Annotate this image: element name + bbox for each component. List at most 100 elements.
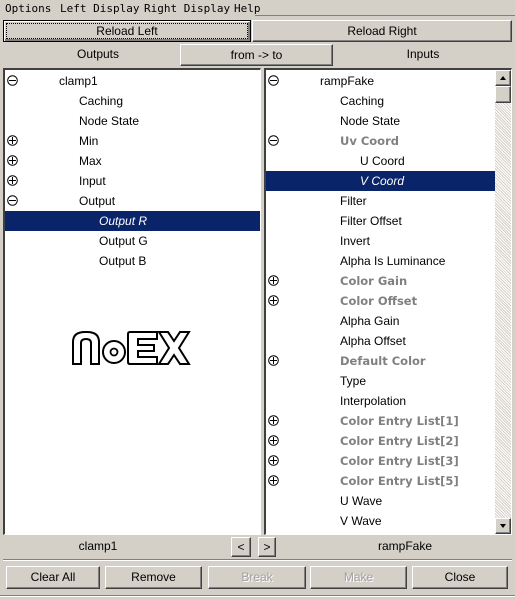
tree-row[interactable]: Caching (5, 91, 260, 111)
tree-row[interactable]: Min (5, 131, 260, 151)
tree-row-label: Default Color (340, 354, 426, 368)
expand-plus-icon[interactable] (268, 275, 279, 286)
expand-plus-icon[interactable] (268, 295, 279, 306)
arrow-down-icon (500, 524, 506, 528)
tree-row[interactable]: Caching (266, 91, 495, 111)
tree-row[interactable]: Output B (5, 251, 260, 271)
inputs-label: Inputs (406, 47, 440, 61)
tree-row[interactable]: Invert (266, 231, 495, 251)
inputs-tree[interactable]: rampFake Caching Node State Uv Coord U Coord… (264, 68, 512, 535)
collapse-minus-icon[interactable] (7, 75, 18, 86)
reload-left-button[interactable]: Reload Left (3, 20, 251, 42)
close-button[interactable]: Close (412, 566, 508, 589)
tree-row-label: Invert (340, 234, 371, 248)
tree-row[interactable]: clamp1 (5, 71, 260, 91)
tree-row-label: Filter (340, 194, 367, 208)
tree-row-label: Caching (340, 94, 385, 108)
tree-row-label: Min (79, 134, 99, 148)
tree-row[interactable]: U Coord (266, 151, 495, 171)
menu-help[interactable]: Help (234, 2, 261, 15)
tree-row-label: Alpha Is Luminance (340, 254, 446, 268)
tree-row[interactable]: rampFake (266, 71, 495, 91)
menu-left-display[interactable]: Left Display (60, 2, 139, 15)
tree-row-label: Color Entry List[1] (340, 414, 459, 428)
direction-button[interactable]: from -> to (180, 44, 333, 66)
tree-row-label: clamp1 (59, 74, 98, 88)
scroll-thumb[interactable] (495, 86, 511, 103)
tree-row-label: Alpha Offset (340, 334, 406, 348)
tree-row-label: Filter Offset (340, 214, 402, 228)
tree-row-label: rampFake (320, 74, 375, 88)
scroll-up-button[interactable] (495, 70, 511, 86)
break-button[interactable]: Break (208, 566, 306, 589)
tree-row[interactable]: Default Color (266, 351, 495, 371)
tree-row[interactable]: Color Entry List[5] (266, 471, 495, 491)
tree-row-label: Output R (99, 214, 148, 228)
outputs-tree[interactable]: clamp1 Caching Node State Min Max Input Output… (3, 68, 261, 535)
expand-plus-icon[interactable] (268, 455, 279, 466)
tree-row[interactable]: V Coord (266, 171, 495, 191)
collapse-minus-icon[interactable] (268, 75, 279, 86)
tree-row[interactable]: Color Entry List[3] (266, 451, 495, 471)
remove-button[interactable]: Remove (105, 566, 202, 589)
tree-row-label: Color Offset (340, 294, 418, 308)
tree-row[interactable]: Node State (5, 111, 260, 131)
tree-row[interactable]: Filter (266, 191, 495, 211)
clear-all-button[interactable]: Clear All (6, 566, 100, 589)
collapse-minus-icon[interactable] (268, 135, 279, 146)
expand-plus-icon[interactable] (268, 475, 279, 486)
menu-options[interactable]: Options (5, 2, 51, 15)
tree-row-label: U Wave (340, 494, 383, 508)
tree-row-label: Uv Coord (340, 134, 399, 148)
right-node-label: rampFake (377, 539, 433, 553)
tree-row[interactable]: Alpha Gain (266, 311, 495, 331)
tree-row-label: Interpolation (340, 394, 407, 408)
arrow-up-icon (500, 76, 506, 80)
scroll-down-button[interactable] (495, 518, 511, 534)
tree-row[interactable]: Output G (5, 231, 260, 251)
tree-row[interactable]: Color Offset (266, 291, 495, 311)
left-node-label: clamp1 (78, 539, 118, 553)
menu-separator (255, 15, 515, 16)
tree-row[interactable]: Filter Offset (266, 211, 495, 231)
tree-row-label: Output (79, 194, 116, 208)
tree-row-label: Max (79, 154, 102, 168)
tree-row[interactable]: Color Gain (266, 271, 495, 291)
tree-row[interactable]: Output (5, 191, 260, 211)
expand-plus-icon[interactable] (7, 155, 18, 166)
expand-plus-icon[interactable] (268, 435, 279, 446)
prev-button[interactable]: < (231, 537, 251, 557)
tree-row[interactable]: Uv Coord (266, 131, 495, 151)
tree-row[interactable]: Max (5, 151, 260, 171)
tree-row[interactable]: Color Entry List[1] (266, 411, 495, 431)
reload-right-button[interactable]: Reload Right (252, 20, 512, 42)
tree-row[interactable]: Output R (5, 211, 260, 231)
tree-row-label: Output G (99, 234, 148, 248)
tree-row[interactable]: Node State (266, 111, 495, 131)
tree-row[interactable]: Interpolation (266, 391, 495, 411)
tree-row-label: Type (340, 374, 367, 388)
tree-row-label: Node State (79, 114, 140, 128)
tree-row[interactable]: Type (266, 371, 495, 391)
next-button[interactable]: > (258, 537, 276, 557)
expand-plus-icon[interactable] (268, 415, 279, 426)
menu-right-display[interactable]: Right Display (144, 2, 230, 15)
expand-plus-icon[interactable] (7, 135, 18, 146)
tree-row[interactable]: V Wave (266, 511, 495, 531)
tree-row[interactable]: Input (5, 171, 260, 191)
collapse-minus-icon[interactable] (7, 195, 18, 206)
tree-row[interactable]: Alpha Offset (266, 331, 495, 351)
tree-row[interactable]: U Wave (266, 491, 495, 511)
tree-row-label: Color Entry List[3] (340, 454, 459, 468)
tree-row-label: Caching (79, 94, 124, 108)
tree-row-label: Input (79, 174, 106, 188)
tree-row[interactable]: Alpha Is Luminance (266, 251, 495, 271)
tree-row-label: V Wave (340, 514, 382, 528)
tree-row[interactable]: Color Entry List[2] (266, 431, 495, 451)
expand-plus-icon[interactable] (268, 355, 279, 366)
expand-plus-icon[interactable] (7, 175, 18, 186)
outputs-label: Outputs (76, 47, 120, 61)
footer-separator (3, 559, 512, 560)
vertical-scrollbar[interactable] (495, 70, 511, 534)
make-button[interactable]: Make (310, 566, 407, 589)
